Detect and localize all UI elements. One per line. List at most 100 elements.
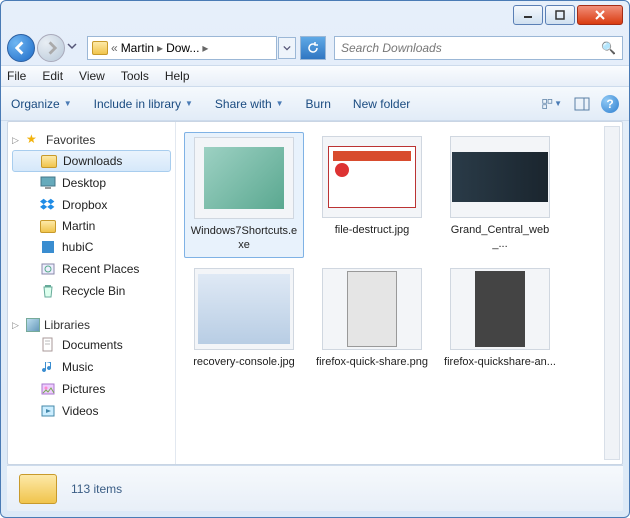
file-item[interactable]: Windows7Shortcuts.exe [184, 132, 304, 258]
back-button[interactable] [7, 34, 35, 62]
nav-label: Downloads [63, 154, 122, 168]
search-input[interactable]: Search Downloads 🔍 [334, 36, 623, 60]
menu-view[interactable]: View [79, 69, 105, 83]
libraries-heading[interactable]: ▷ Libraries [8, 316, 175, 334]
nav-label: Recent Places [62, 262, 139, 276]
nav-label: Recycle Bin [62, 284, 125, 298]
file-thumbnail [322, 136, 422, 218]
desktop-icon [40, 175, 56, 191]
file-label: Windows7Shortcuts.exe [189, 225, 299, 253]
menu-help[interactable]: Help [165, 69, 190, 83]
file-item[interactable]: Grand_Central_web_... [440, 132, 560, 258]
nav-desktop[interactable]: Desktop [8, 172, 175, 194]
file-pane[interactable]: Windows7Shortcuts.exe file-destruct.jpg … [176, 122, 622, 464]
toolbar: Organize▼ Include in library▼ Share with… [1, 87, 629, 121]
file-item[interactable]: recovery-console.jpg [184, 264, 304, 374]
menu-edit[interactable]: Edit [42, 69, 63, 83]
file-grid: Windows7Shortcuts.exe file-destruct.jpg … [184, 132, 614, 373]
close-button[interactable] [577, 5, 623, 25]
nav-hubic[interactable]: hubiC [8, 236, 175, 258]
folder-icon [40, 220, 56, 233]
maximize-button[interactable] [545, 5, 575, 25]
nav-label: Pictures [62, 382, 105, 396]
scrollbar[interactable] [604, 126, 620, 460]
nav-label: Desktop [62, 176, 106, 190]
view-options-button[interactable]: ▼ [541, 94, 563, 114]
breadcrumb-sep: ▸ [202, 41, 208, 55]
file-item[interactable]: firefox-quickshare-an... [440, 264, 560, 374]
nav-recent[interactable]: Recent Places [8, 258, 175, 280]
forward-button[interactable] [37, 34, 65, 62]
pictures-icon [40, 381, 56, 397]
star-icon: ★ [26, 132, 42, 148]
videos-icon [40, 403, 56, 419]
nav-martin[interactable]: Martin [8, 216, 175, 236]
file-thumbnail [450, 268, 550, 350]
item-count: 113 items [71, 482, 122, 496]
hubic-icon [40, 239, 56, 255]
file-thumbnail [322, 268, 422, 350]
burn-button[interactable]: Burn [306, 97, 331, 111]
nav-downloads[interactable]: Downloads [12, 150, 171, 172]
folder-icon [19, 474, 57, 504]
menu-tools[interactable]: Tools [121, 69, 149, 83]
dropbox-icon [40, 197, 56, 213]
breadcrumb-sep: ▸ [157, 41, 163, 55]
nav-label: Documents [62, 338, 123, 352]
file-item[interactable]: firefox-quick-share.png [312, 264, 432, 374]
nav-dropbox[interactable]: Dropbox [8, 194, 175, 216]
nav-label: Videos [62, 404, 98, 418]
nav-row: « Martin ▸ Dow... ▸ Search Downloads 🔍 [1, 31, 629, 65]
body: ▷ ★ Favorites Downloads Desktop Dropbox … [7, 121, 623, 465]
menubar: File Edit View Tools Help [1, 65, 629, 87]
recycle-icon [40, 283, 56, 299]
newfolder-button[interactable]: New folder [353, 97, 410, 111]
file-label: Grand_Central_web_... [444, 224, 556, 252]
nav-label: Dropbox [62, 198, 107, 212]
folder-icon [41, 155, 57, 168]
address-bar[interactable]: « Martin ▸ Dow... ▸ [87, 36, 277, 60]
file-label: firefox-quickshare-an... [444, 356, 556, 370]
preview-pane-button[interactable] [571, 94, 593, 114]
nav-label: Martin [62, 219, 95, 233]
nav-label: hubiC [62, 240, 93, 254]
nav-pictures[interactable]: Pictures [8, 378, 175, 400]
file-item[interactable]: file-destruct.jpg [312, 132, 432, 258]
history-dropdown[interactable] [67, 38, 81, 58]
nav-pane: ▷ ★ Favorites Downloads Desktop Dropbox … [8, 122, 176, 464]
file-thumbnail [194, 137, 294, 219]
share-button[interactable]: Share with▼ [215, 97, 284, 111]
favorites-heading[interactable]: ▷ ★ Favorites [8, 130, 175, 150]
nav-label: Music [62, 360, 93, 374]
titlebar [1, 1, 629, 31]
recent-icon [40, 261, 56, 277]
nav-videos[interactable]: Videos [8, 400, 175, 422]
address-dropdown[interactable] [278, 37, 296, 59]
nav-music[interactable]: Music [8, 356, 175, 378]
nav-label: Libraries [44, 318, 90, 332]
file-label: firefox-quick-share.png [316, 356, 428, 370]
folder-icon [92, 41, 108, 55]
organize-button[interactable]: Organize▼ [11, 97, 72, 111]
documents-icon [40, 337, 56, 353]
status-bar: 113 items [7, 465, 623, 511]
libraries-icon [26, 318, 40, 332]
minimize-button[interactable] [513, 5, 543, 25]
help-button[interactable]: ? [601, 95, 619, 113]
search-placeholder: Search Downloads [341, 41, 442, 55]
nav-documents[interactable]: Documents [8, 334, 175, 356]
nav-label: Favorites [46, 133, 95, 147]
search-icon: 🔍 [601, 41, 616, 55]
chevron-icon: ▷ [12, 320, 22, 331]
music-icon [40, 359, 56, 375]
breadcrumb-part[interactable]: Dow... [166, 41, 199, 55]
chevron-icon: ▷ [12, 135, 22, 146]
include-library-button[interactable]: Include in library▼ [94, 97, 193, 111]
file-thumbnail [450, 136, 550, 218]
nav-recyclebin[interactable]: Recycle Bin [8, 280, 175, 302]
file-label: file-destruct.jpg [335, 224, 410, 238]
refresh-button[interactable] [300, 36, 326, 60]
file-thumbnail [194, 268, 294, 350]
breadcrumb-part[interactable]: Martin [121, 41, 154, 55]
menu-file[interactable]: File [7, 69, 26, 83]
